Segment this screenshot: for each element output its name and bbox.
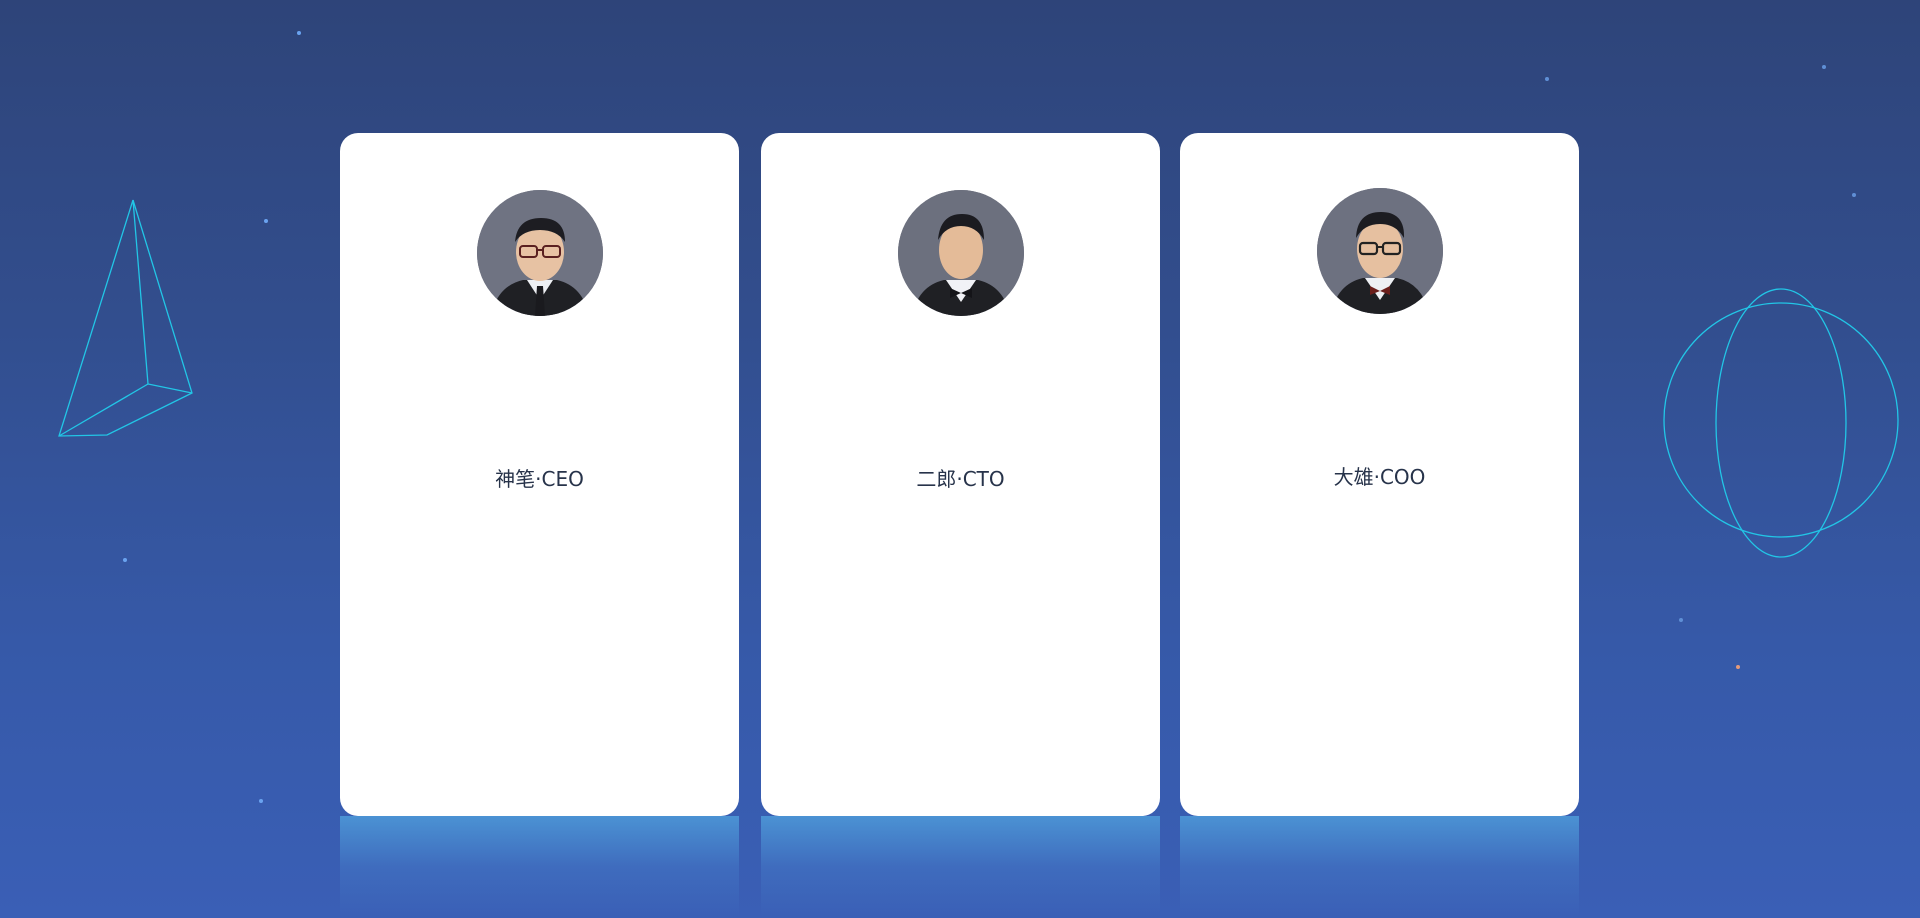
star-dot: [1545, 77, 1549, 81]
team-member-card[interactable]: 大雄·COO: [1180, 133, 1579, 816]
avatar: [897, 190, 1024, 316]
member-name: 大雄·COO: [1333, 465, 1426, 489]
star-dot: [123, 558, 127, 562]
person-glasses-tie-icon: [476, 190, 603, 316]
team-member-card[interactable]: 神笔·CEO: [340, 133, 739, 816]
card-reflection: [1180, 816, 1579, 918]
person-bowtie-icon: [897, 190, 1024, 316]
globe-icon: [1663, 288, 1899, 558]
star-dot: [1822, 65, 1826, 69]
star-dot: [259, 799, 263, 803]
team-member-card[interactable]: 二郎·CTO: [761, 133, 1160, 816]
avatar: [1316, 188, 1443, 314]
person-glasses-bowtie-icon: [1316, 188, 1443, 314]
card-reflection: [340, 816, 739, 918]
star-dot: [264, 219, 268, 223]
star-dot: [1852, 193, 1856, 197]
star-dot: [1679, 618, 1683, 622]
avatar: [476, 190, 603, 316]
star-dot: [297, 31, 301, 35]
pyramid-icon: [58, 199, 193, 437]
card-reflection: [761, 816, 1160, 918]
star-dot: [1736, 665, 1740, 669]
member-name: 神笔·CEO: [495, 467, 584, 491]
member-name: 二郎·CTO: [916, 467, 1005, 491]
